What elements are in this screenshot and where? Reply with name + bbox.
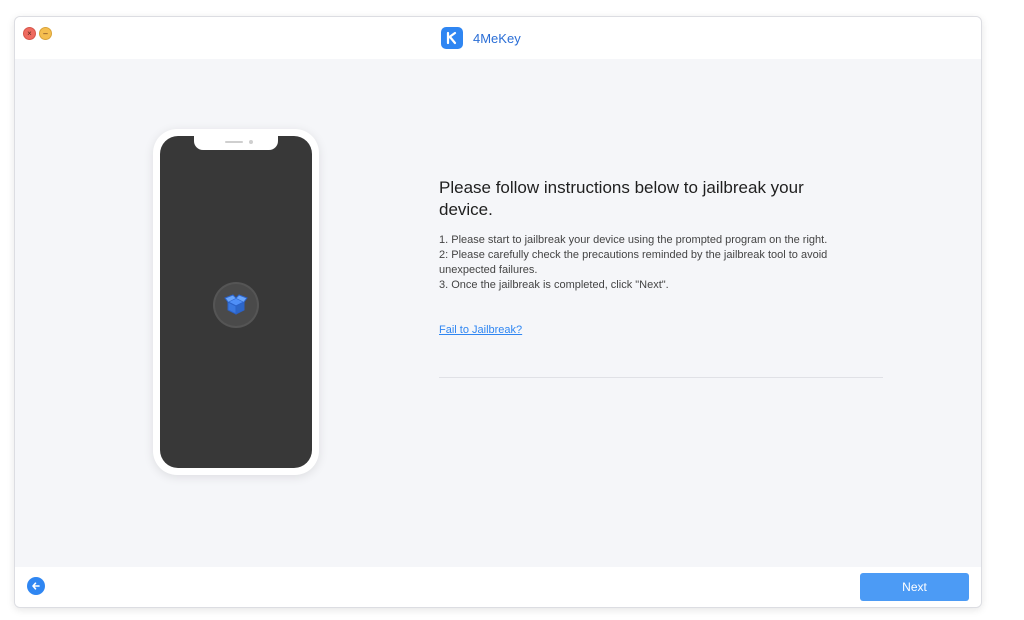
content-divider	[439, 377, 883, 378]
bottom-bar: Next	[15, 567, 981, 607]
instruction-step: 2: Please carefully check the precaution…	[439, 249, 828, 276]
app-name: 4MeKey	[473, 30, 521, 46]
4mekey-logo-icon	[441, 27, 463, 49]
instruction-step: 1. Please start to jailbreak your device…	[439, 234, 828, 246]
instruction-step: 3. Once the jailbreak is completed, clic…	[439, 279, 669, 291]
minimize-icon: –	[43, 28, 48, 38]
phone-speaker	[225, 141, 243, 143]
back-button[interactable]	[27, 577, 45, 595]
arrow-left-icon	[32, 582, 40, 590]
next-button[interactable]: Next	[860, 573, 969, 601]
close-icon: ×	[27, 28, 32, 38]
fail-to-jailbreak-link[interactable]: Fail to Jailbreak?	[439, 324, 522, 336]
phone-camera	[249, 140, 253, 144]
app-title: 4MeKey	[441, 27, 521, 49]
phone-illustration	[153, 129, 319, 475]
open-box-icon	[215, 284, 257, 326]
close-window-button[interactable]: ×	[23, 27, 36, 40]
phone-notch	[194, 136, 278, 150]
title-bar: × – 4MeKey	[15, 17, 981, 59]
phone-screen	[160, 136, 312, 468]
page-heading: Please follow instructions below to jail…	[439, 178, 804, 219]
app-window: × – 4MeKey Please follow instructions be…	[14, 16, 982, 608]
minimize-window-button[interactable]: –	[39, 27, 52, 40]
instruction-list: 1. Please start to jailbreak your device…	[439, 233, 869, 293]
